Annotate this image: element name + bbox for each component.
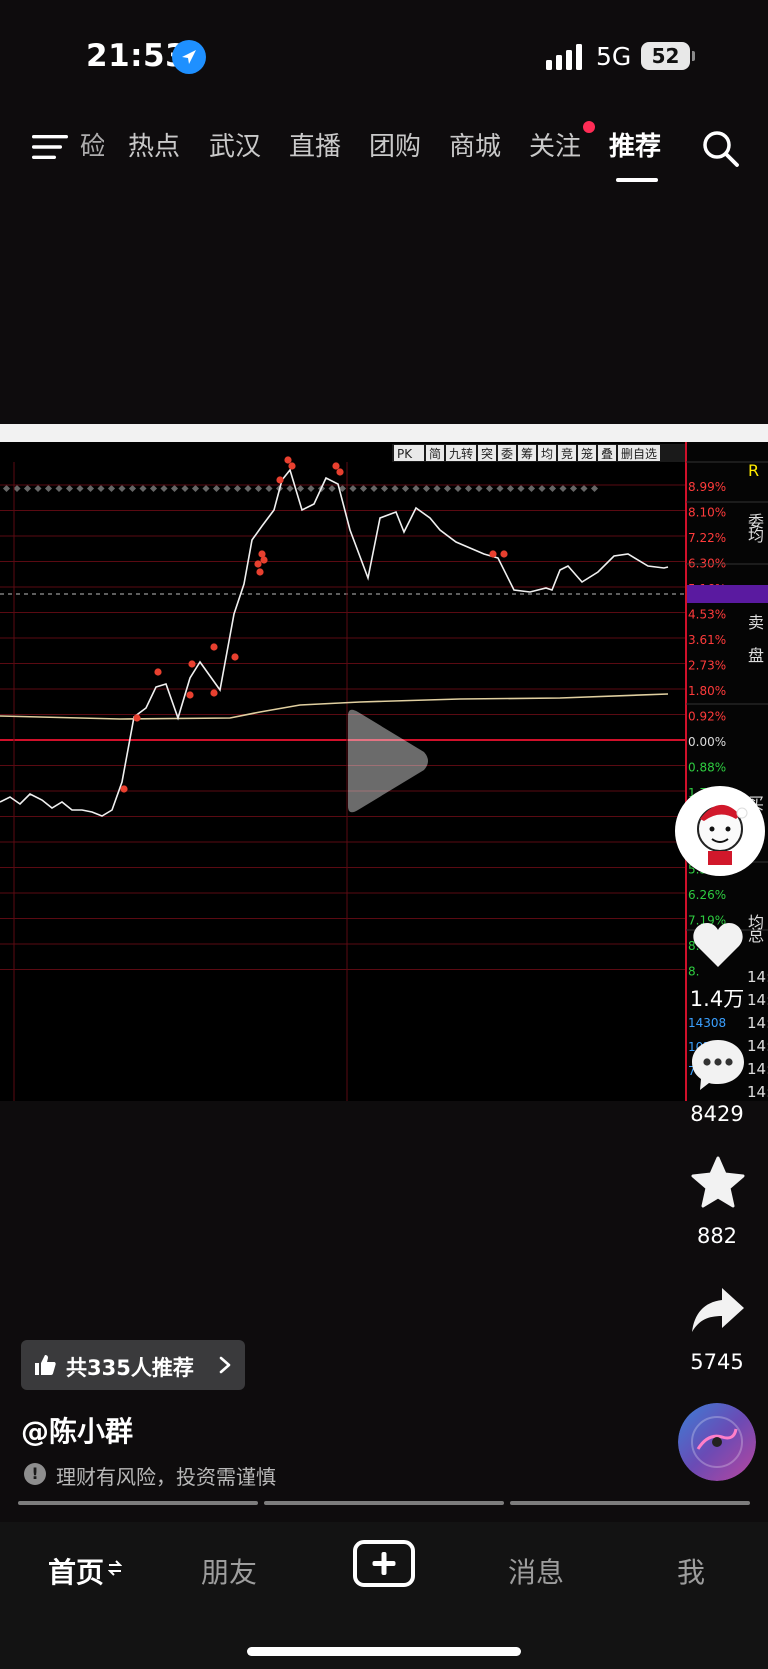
chart-toolbar-label: 叠	[601, 447, 613, 461]
recommend-chip-label: 共335人推荐	[66, 1356, 194, 1380]
chart-toolbar-label: PK	[397, 447, 413, 461]
chart-signal-dot	[276, 476, 284, 484]
like-count: 1.4万	[689, 987, 745, 1011]
chart-signal-dot	[260, 556, 268, 564]
chart-signal-dot	[500, 550, 508, 558]
home-indicator	[247, 1647, 521, 1656]
chart-side-time: 14:	[747, 1037, 768, 1055]
nav-tab-wuhan[interactable]: 武汉	[209, 126, 261, 163]
favorite-count: 882	[696, 1224, 738, 1248]
like-heart-icon[interactable]	[690, 917, 746, 973]
chart-signal-dot	[254, 560, 262, 568]
chart-axis-label: 0.88%	[688, 761, 726, 775]
comment-count: 8429	[690, 1102, 744, 1126]
chart-signal-dot	[332, 462, 340, 470]
tab-home[interactable]: 首页	[48, 1551, 104, 1591]
chart-axis-label: 7.22%	[688, 531, 726, 545]
chart-side-label: 均	[748, 526, 764, 545]
chart-side-label: 盘	[748, 646, 764, 665]
chart-toolbar-label: 竞	[561, 447, 573, 461]
video-frame-top	[0, 424, 768, 442]
progress-segment	[18, 1501, 258, 1505]
nav-tab-hot[interactable]: 热点	[128, 126, 180, 163]
notification-dot	[583, 121, 595, 133]
chart-signal-dot	[188, 660, 196, 668]
chart-signal-dot	[489, 550, 497, 558]
share-arrow-icon[interactable]	[690, 1282, 746, 1338]
create-post-button[interactable]	[353, 1540, 415, 1587]
swap-arrows-icon[interactable]	[108, 1557, 122, 1579]
chart-axis-label: 6.26%	[688, 888, 726, 902]
chart-side-time: 14:	[747, 1014, 768, 1032]
active-tab-indicator	[616, 178, 658, 182]
chart-signal-dot	[186, 691, 194, 699]
chart-toolbar-label: 委	[501, 447, 513, 461]
chart-axis-label: 0.00%	[688, 735, 726, 749]
nav-tab-group-buy[interactable]: 团购	[369, 126, 421, 163]
chart-axis-label: 0.92%	[688, 710, 726, 724]
chart-signal-dot	[210, 689, 218, 697]
chart-side-label: 总	[748, 926, 764, 945]
chart-side-time: 14:	[747, 1060, 768, 1078]
chart-axis-label: 8.10%	[688, 506, 726, 520]
nav-tab-following[interactable]: 关注	[529, 126, 581, 163]
chart-axis-label: 8.99%	[688, 480, 726, 494]
chart-toolbar-label: 筹	[521, 447, 533, 461]
chart-signal-dot	[231, 653, 239, 661]
chart-signal-dot	[154, 668, 162, 676]
progress-segment	[510, 1501, 750, 1505]
author-name[interactable]: @陈小群	[21, 1410, 133, 1450]
chart-toolbar-label: 笼	[581, 446, 593, 461]
chart-signal-dot	[120, 785, 128, 793]
play-icon[interactable]	[338, 706, 432, 816]
favorite-star-icon[interactable]	[690, 1155, 746, 1211]
music-disc-icon[interactable]	[678, 1403, 756, 1481]
cellular-signal-icon	[546, 44, 582, 70]
chart-signal-dot	[336, 468, 344, 476]
chart-axis-label: 2.73%	[688, 659, 726, 673]
chart-signal-dot	[133, 714, 141, 722]
chart-signal-dot	[256, 568, 264, 576]
chart-signal-dot	[288, 462, 296, 470]
tab-friends[interactable]: 朋友	[201, 1551, 257, 1591]
chart-signal-dot	[210, 643, 218, 651]
location-arrow-icon	[172, 40, 206, 74]
nav-tab-mall[interactable]: 商城	[449, 126, 501, 163]
chart-side-label: R	[748, 461, 759, 480]
risk-notice: 理财有风险，投资需谨慎	[56, 1465, 276, 1489]
chart-toolbar-label: 九转	[449, 446, 473, 461]
chart-side-time: 14:	[747, 1083, 768, 1101]
chart-side-label: 卖	[748, 613, 764, 632]
chart-toolbar-label: 删自选	[621, 447, 657, 461]
nav-tab-partial[interactable]: 硷	[80, 126, 104, 163]
chart-signal-dot	[284, 456, 292, 464]
battery-icon: 52	[641, 42, 690, 70]
nav-tab-live[interactable]: 直播	[289, 126, 341, 163]
tab-me[interactable]: 我	[677, 1551, 705, 1591]
chevron-right-icon	[219, 1356, 231, 1374]
share-count: 5745	[690, 1350, 744, 1374]
battery-tip	[692, 51, 695, 61]
menu-icon[interactable]	[32, 133, 68, 161]
tab-messages[interactable]: 消息	[508, 1551, 564, 1591]
author-avatar[interactable]	[675, 786, 765, 876]
chart-toolbar-label: 简	[429, 447, 441, 461]
chart-axis-label: 4.53%	[688, 608, 726, 622]
warning-icon: !	[24, 1463, 46, 1485]
nav-tab-recommend[interactable]: 推荐	[609, 126, 661, 163]
search-icon[interactable]	[700, 128, 740, 168]
chart-price-tag-bg	[686, 585, 768, 603]
comment-bubble-icon[interactable]	[690, 1036, 746, 1092]
chart-toolbar-label: 突	[481, 446, 493, 461]
chart-volume-label: 14308	[688, 1016, 726, 1030]
chart-axis-label: 1.80%	[688, 684, 726, 698]
chart-toolbar-label: 均	[541, 447, 553, 461]
progress-segment	[264, 1501, 504, 1505]
thumbs-up-icon	[35, 1355, 56, 1375]
network-type: 5G	[596, 42, 632, 71]
chart-axis-label: 3.61%	[688, 633, 726, 647]
